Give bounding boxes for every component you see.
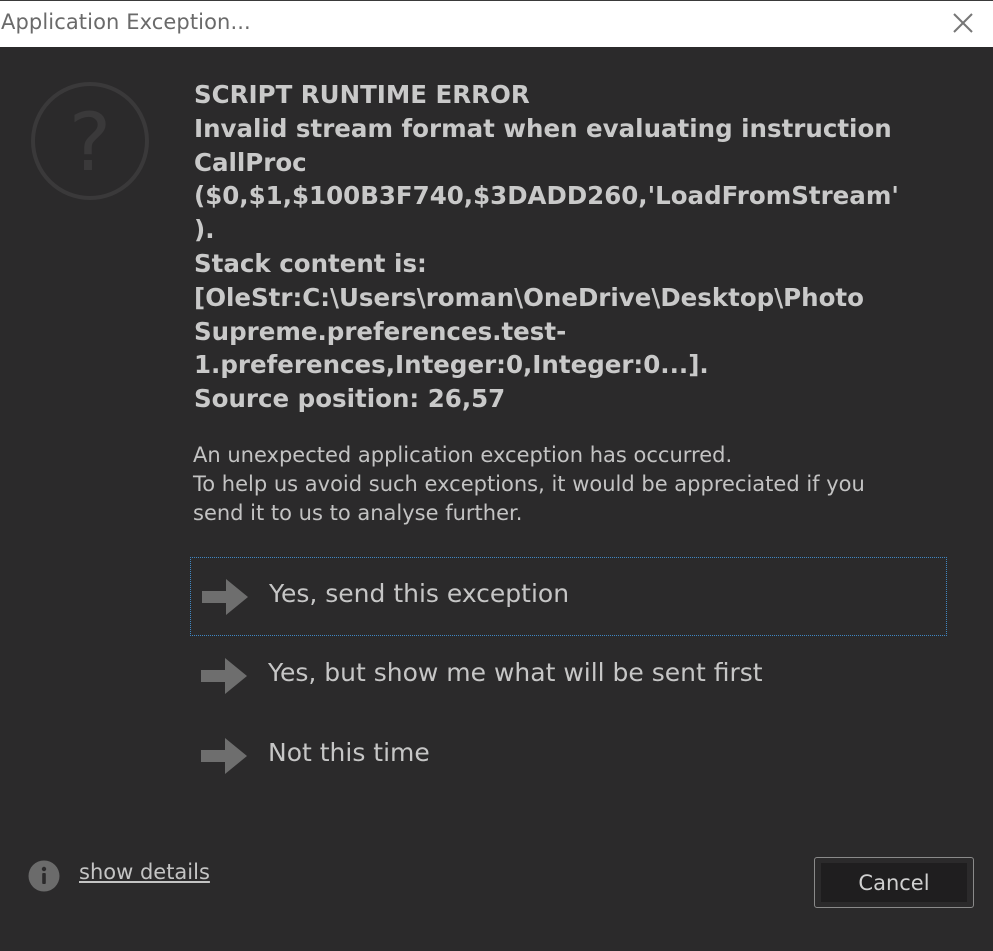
error-line: ($0,$1,$100B3F740,$3DADD260,'LoadFromStr… (194, 181, 899, 211)
error-line: ). (194, 215, 215, 245)
close-button[interactable] (945, 7, 981, 41)
option-label: Yes, but show me what will be sent first (268, 658, 763, 687)
arrow-right-icon (202, 579, 248, 615)
error-line: Source position: 26,57 (194, 384, 506, 414)
arrow-right-icon (201, 658, 247, 694)
send-exception-option[interactable]: Yes, send this exception (190, 557, 947, 636)
exception-description: An unexpected application exception has … (193, 441, 953, 528)
description-line: An unexpected application exception has … (193, 443, 733, 467)
cancel-button-label: Cancel (821, 863, 967, 902)
error-line: Stack content is: (194, 248, 427, 278)
cancel-button[interactable]: Cancel (814, 857, 974, 908)
svg-text:?: ? (69, 96, 111, 189)
error-line: Supreme.preferences.test- (194, 316, 567, 346)
title-bar: Application Exception... (0, 0, 993, 47)
option-label: Not this time (268, 738, 430, 767)
error-line: CallProc (194, 147, 307, 177)
show-before-send-option[interactable]: Yes, but show me what will be sent first (190, 637, 947, 716)
error-heading: SCRIPT RUNTIME ERROR (194, 80, 530, 109)
window-title: Application Exception... (1, 10, 251, 34)
description-line: To help us avoid such exceptions, it wou… (193, 472, 865, 496)
option-label: Yes, send this exception (269, 579, 570, 608)
close-icon (953, 13, 973, 33)
question-icon: ? (31, 82, 149, 200)
error-line: Invalid stream format when evaluating in… (194, 113, 892, 143)
info-icon (28, 860, 60, 892)
error-line: 1.preferences,Integer:0,Integer:0...]. (194, 350, 709, 380)
error-message: SCRIPT RUNTIME ERROR Invalid stream form… (194, 78, 954, 416)
description-line: send it to us to analyse further. (193, 501, 523, 525)
arrow-right-icon (201, 738, 247, 774)
show-details-link[interactable]: show details (79, 860, 210, 884)
not-this-time-option[interactable]: Not this time (190, 717, 947, 796)
error-line: [OleStr:C:\Users\roman\OneDrive\Desktop\… (194, 282, 864, 312)
